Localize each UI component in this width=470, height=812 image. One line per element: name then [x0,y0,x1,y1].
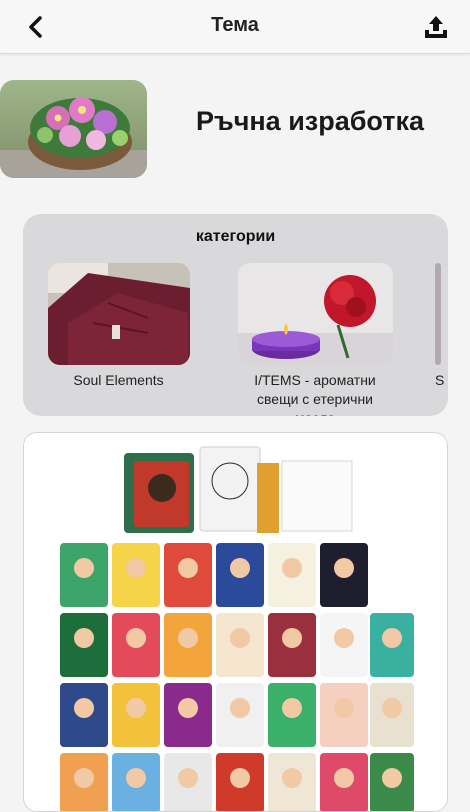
post-card[interactable] [23,432,448,812]
category-item-soul-elements[interactable]: Soul Elements [41,263,196,390]
category-thumbnail [47,263,190,365]
category-item-items-candles[interactable]: I/TEMS - ароматни свещи с етерични масла [235,263,395,416]
category-label: Soul Elements [73,372,164,388]
app-header: Тема [0,0,470,54]
category-thumbnail [237,263,393,365]
category-label: S [435,372,445,388]
topic-image [0,80,147,178]
upload-button[interactable] [422,13,450,41]
upload-icon [425,16,447,38]
post-image [52,443,418,811]
topic-name: Ръчна изработка [196,106,424,136]
categories-title: категории [195,228,276,245]
categories-panel: категории Soul Elements I/TEMS - ароматн… [23,214,448,416]
category-label: I/TEMS - ароматни свещи с етерични масла [254,372,376,416]
page-title: Тема [211,14,259,36]
category-thumbnail [435,263,441,365]
category-item-partial[interactable]: S [435,263,448,390]
